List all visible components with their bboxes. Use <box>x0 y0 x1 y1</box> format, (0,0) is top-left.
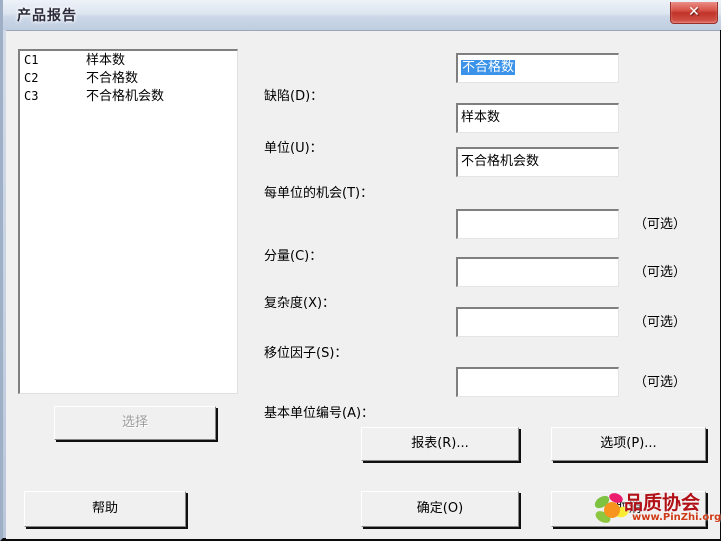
window-title: 产品报告 <box>17 8 77 24</box>
subgroup-label: 分量(C)： <box>264 249 323 264</box>
list-item-label: 样本数 <box>86 53 126 68</box>
units-input-value: 样本数 <box>461 110 501 125</box>
title-bar[interactable]: 产品报告 ✕ <box>3 0 721 30</box>
subgroup-input[interactable] <box>456 209 619 239</box>
units-label: 单位(U)： <box>264 141 323 156</box>
report-button[interactable]: 报表(R)... <box>361 427 519 461</box>
defects-label: 缺陷(D)： <box>264 89 324 104</box>
units-input[interactable]: 样本数 <box>456 103 619 133</box>
subgroup-optional-note: （可选） <box>634 217 687 232</box>
shift-factor-input[interactable] <box>456 307 619 337</box>
list-item-label: 不合格机会数 <box>86 89 165 104</box>
close-icon: ✕ <box>688 4 700 20</box>
defects-input[interactable]: 不合格数 <box>456 53 619 83</box>
shift-factor-label: 移位因子(S)： <box>264 346 348 361</box>
defects-input-value: 不合格数 <box>461 60 516 75</box>
close-button[interactable]: ✕ <box>670 2 718 24</box>
list-item[interactable]: C1 样本数 <box>20 51 237 69</box>
shift-factor-optional-note: （可选） <box>634 315 687 330</box>
complexity-label: 复杂度(X)： <box>264 296 336 311</box>
cancel-button[interactable]: 取消 <box>551 491 706 527</box>
report-button-label: 报表(R)... <box>411 436 469 451</box>
help-button-label: 帮助 <box>91 501 118 516</box>
opportunities-input-value: 不合格机会数 <box>461 154 540 169</box>
options-button-label: 选项(P)... <box>600 436 657 451</box>
ok-button[interactable]: 确定(O) <box>361 491 519 527</box>
base-unit-id-label: 基本单位编号(A)： <box>264 406 375 421</box>
list-item-column: C1 <box>24 53 39 67</box>
columns-listbox[interactable]: C1 样本数 C2 不合格数 C3 不合格机会数 <box>18 49 238 394</box>
dialog-client-area: C1 样本数 C2 不合格数 C3 不合格机会数 选择 缺陷(D)： 单位(U)： 每… <box>6 30 720 539</box>
base-unit-id-optional-note: （可选） <box>634 375 687 390</box>
complexity-input[interactable] <box>456 257 619 287</box>
list-item[interactable]: C2 不合格数 <box>20 69 237 87</box>
select-button-label: 选择 <box>121 415 148 430</box>
dialog-window: 产品报告 ✕ C1 样本数 C2 不合格数 C3 不合格机会数 选择 缺陷(D)… <box>0 0 721 541</box>
opportunities-label: 每单位的机会(T)： <box>264 186 374 201</box>
screen: 产品报告 ✕ C1 样本数 C2 不合格数 C3 不合格机会数 选择 缺陷(D)… <box>0 0 721 541</box>
help-button[interactable]: 帮助 <box>24 491 186 527</box>
select-button[interactable]: 选择 <box>54 406 216 440</box>
ok-button-label: 确定(O) <box>416 501 464 516</box>
cancel-button-label: 取消 <box>615 501 642 516</box>
list-item-column: C3 <box>24 89 39 103</box>
complexity-optional-note: （可选） <box>634 265 687 280</box>
opportunities-input[interactable]: 不合格机会数 <box>456 147 619 177</box>
options-button[interactable]: 选项(P)... <box>551 427 706 461</box>
list-item-label: 不合格数 <box>86 71 139 86</box>
list-item[interactable]: C3 不合格机会数 <box>20 87 237 105</box>
base-unit-id-input[interactable] <box>456 367 619 397</box>
list-item-column: C2 <box>24 71 39 85</box>
